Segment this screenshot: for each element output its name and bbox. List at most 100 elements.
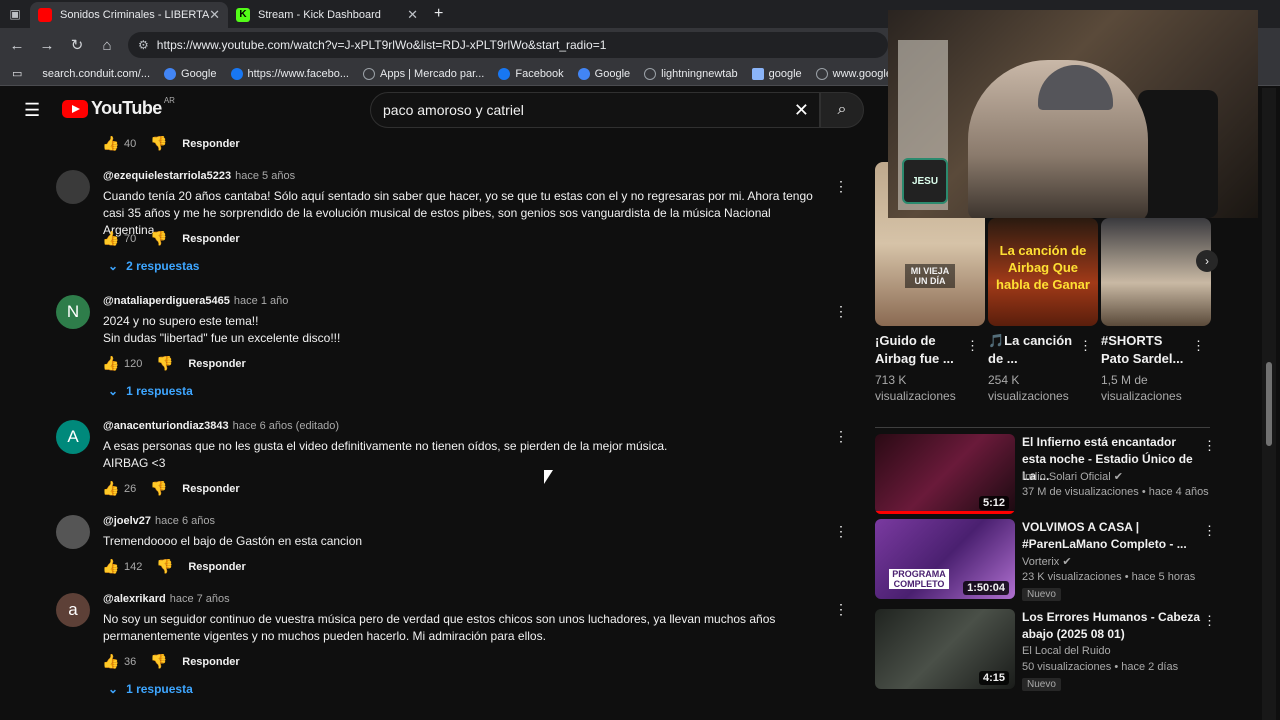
search-input[interactable]: paco amoroso y catriel ✕ [370,92,820,128]
comment-author[interactable]: @anacenturiondiaz3843 hace 6 años (editad… [103,420,339,432]
like-icon[interactable]: 👍 [102,653,124,670]
reply-button[interactable]: Responder [188,358,245,370]
search-button[interactable]: ⌕ [820,92,864,128]
bookmark-conduit[interactable]: search.conduit.com/... [42,68,150,80]
avatar[interactable]: N [56,295,90,329]
short-title[interactable]: #SHORTS Pato Sardel... [1101,332,1191,368]
video-meta: 37 M de visualizaciones • hace 4 años [1022,486,1209,498]
tab-youtube[interactable]: Sonidos Criminales - LIBERTAD - / ✕ [30,2,228,28]
video-title[interactable]: VOLVIMOS A CASA | #ParenLaMano Completo … [1022,519,1202,553]
image-icon [751,67,764,80]
reading-list-icon[interactable]: ▭ [12,67,22,80]
view-replies-button[interactable]: ⌄ 2 respuestas [108,259,199,273]
video-title[interactable]: Los Errores Humanos - Cabeza abajo (2025… [1022,609,1202,643]
reply-button[interactable]: Responder [182,233,239,245]
scrollbar-thumb[interactable] [1266,362,1272,446]
comment-time[interactable]: hace 6 años (editado) [233,420,339,432]
reply-button[interactable]: Responder [182,483,239,495]
like-icon[interactable]: 👍 [102,480,124,497]
bookmark-google-2[interactable]: Google [577,67,630,80]
comment-author[interactable]: @nataliaperdiguera5465 hace 1 año [103,295,288,307]
home-icon[interactable]: ⌂ [94,37,120,54]
forward-arrow-icon[interactable]: → [34,37,60,54]
tab-kick[interactable]: K Stream - Kick Dashboard ✕ [228,2,426,28]
like-icon[interactable]: 👍 [102,135,124,152]
like-icon[interactable]: 👍 [102,558,124,575]
like-icon[interactable]: 👍 [102,230,124,247]
comment-author[interactable]: @ezequielestarriola5223 hace 5 años [103,170,295,182]
channel-name[interactable]: Vorterix ✔ [1022,555,1072,568]
like-count: 142 [124,560,143,573]
youtube-favicon-icon [38,8,52,22]
dislike-icon[interactable]: 👎 [156,558,178,575]
short-thumbnail[interactable] [1101,218,1211,326]
comment-author[interactable]: @joelv27 hace 6 años [103,515,215,527]
view-replies-button[interactable]: ⌄ 1 respuesta [108,384,193,398]
dislike-icon[interactable]: 👎 [156,355,178,372]
more-options-icon[interactable]: ⋮ [834,601,848,618]
short-title[interactable]: 🎵La canción de ... [988,332,1078,368]
dislike-icon[interactable]: 👎 [150,653,172,670]
reply-button[interactable]: Responder [182,138,239,150]
more-options-icon[interactable]: ⋮ [1203,523,1216,539]
more-options-icon[interactable]: ⋮ [1192,338,1205,354]
like-icon[interactable]: 👍 [102,355,124,372]
bookmark-facebook-url[interactable]: https://www.facebo... [230,67,349,80]
dislike-icon[interactable]: 👎 [150,230,172,247]
more-options-icon[interactable]: ⋮ [834,178,848,195]
bookmark-mercado[interactable]: Apps | Mercado par... [363,67,484,80]
channel-name[interactable]: El Local del Ruido [1022,645,1111,657]
avatar[interactable]: a [56,593,90,627]
globe-icon [815,67,828,80]
view-replies-button[interactable]: ⌄ 1 respuesta [108,682,193,696]
window-menu-icon[interactable]: ▣ [0,7,30,21]
reload-icon[interactable]: ↻ [64,36,90,54]
close-tab-icon[interactable]: ✕ [407,7,418,23]
next-arrow-icon[interactable]: › [1196,250,1218,272]
more-options-icon[interactable]: ⋮ [834,523,848,540]
address-bar[interactable]: ⚙ https://www.youtube.com/watch?v=J-xPLT… [128,32,888,58]
channel-name[interactable]: Indio Solari Oficial ✔ [1022,470,1123,483]
comment-time[interactable]: hace 6 años [155,515,215,527]
more-options-icon[interactable]: ⋮ [834,428,848,445]
youtube-logo[interactable]: YouTube AR [62,96,175,119]
more-options-icon[interactable]: ⋮ [834,303,848,320]
avatar[interactable] [56,515,90,549]
site-info-icon[interactable]: ⚙ [138,38,149,52]
bookmark-lightning[interactable]: lightningnewtab [644,67,738,80]
video-thumbnail[interactable]: 5:12 [875,434,1015,514]
youtube-header: ☰ YouTube AR paco amoroso y catriel ✕ ⌕ [0,88,890,132]
more-options-icon[interactable]: ⋮ [966,338,979,354]
reply-button[interactable]: Responder [188,561,245,573]
more-options-icon[interactable]: ⋮ [1079,338,1092,354]
more-options-icon[interactable]: ⋮ [1203,613,1216,629]
dislike-icon[interactable]: 👎 [150,480,172,497]
back-arrow-icon[interactable]: ← [4,37,30,54]
comment-author[interactable]: @alexrikard hace 7 años [103,593,230,605]
short-views: 254 K visualizaciones [988,373,1069,403]
video-thumbnail[interactable]: PROGRAMA COMPLETO 1:50:04 [875,519,1015,599]
short-title[interactable]: ¡Guido de Airbag fue ... [875,332,965,368]
comment-time[interactable]: hace 5 años [235,170,295,182]
close-tab-icon[interactable]: ✕ [209,7,220,23]
channel-label: Indio Solari Oficial [1022,471,1111,483]
avatar[interactable] [56,170,90,204]
kick-favicon-icon: K [236,8,250,22]
related-video[interactable]: PROGRAMA COMPLETO 1:50:04 VOLVIMOS A CAS… [875,519,1216,601]
more-options-icon[interactable]: ⋮ [1203,438,1216,454]
short-thumbnail[interactable]: La canción de Airbag Que habla de Ganar [988,218,1098,326]
related-video[interactable]: 4:15 Los Errores Humanos - Cabeza abajo … [875,609,1216,691]
bookmark-facebook[interactable]: Facebook [498,67,564,80]
related-video[interactable]: 5:12 El Infierno está encantador esta no… [875,434,1216,514]
hamburger-menu-icon[interactable]: ☰ [24,100,40,121]
clear-search-icon[interactable]: ✕ [794,100,809,121]
bookmark-google-3[interactable]: google [751,67,802,80]
dislike-icon[interactable]: 👎 [150,135,172,152]
comment-time[interactable]: hace 1 año [234,295,288,307]
avatar[interactable]: A [56,420,90,454]
reply-button[interactable]: Responder [182,656,239,668]
new-tab-button[interactable]: + [434,5,443,23]
bookmark-google[interactable]: Google [164,67,217,80]
comment-time[interactable]: hace 7 años [170,593,230,605]
video-thumbnail[interactable]: 4:15 [875,609,1015,689]
